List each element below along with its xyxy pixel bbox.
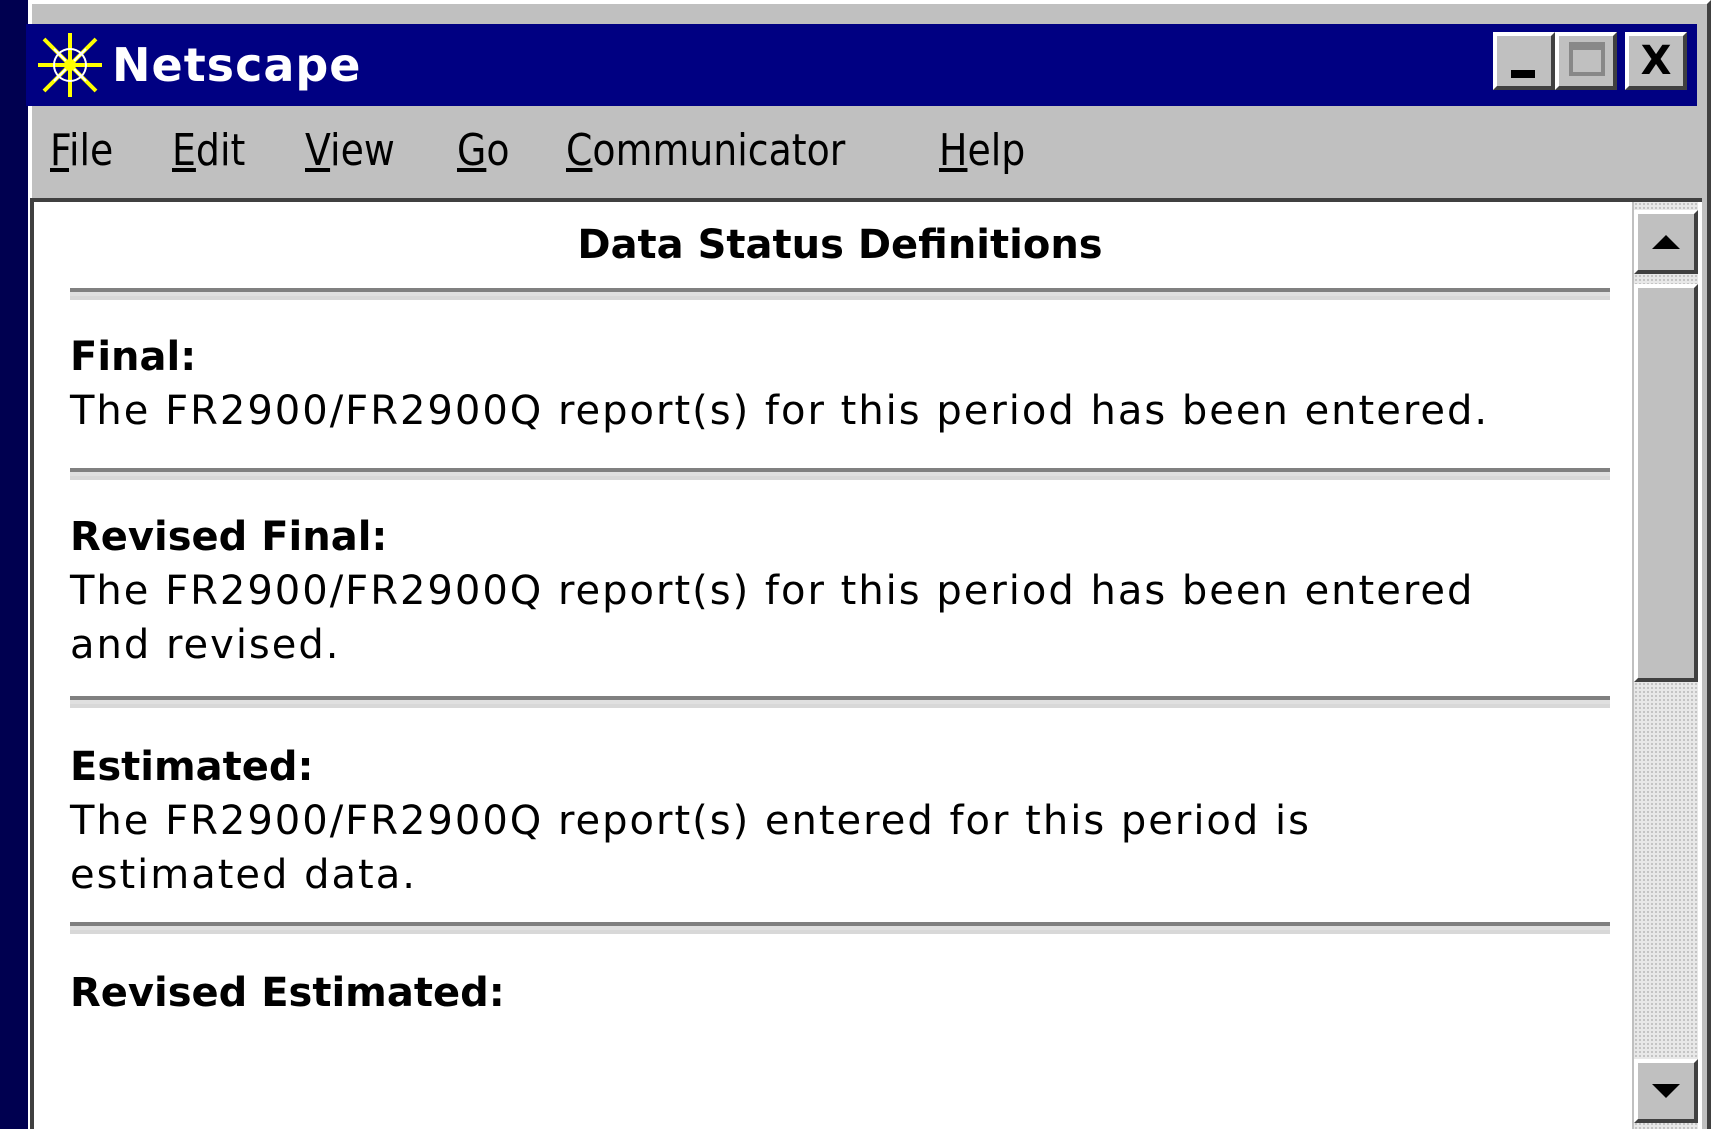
- definition-term-estimated: Estimated:: [70, 744, 314, 790]
- horizontal-rule: [70, 922, 1610, 934]
- horizontal-rule: [70, 288, 1610, 300]
- title-bar[interactable]: Netscape X: [26, 24, 1697, 106]
- page-title: Data Status Definitions: [577, 222, 1103, 268]
- definition-desc-revised-final: The FR2900/FR2900Q report(s) for this pe…: [70, 564, 1610, 672]
- close-button[interactable]: X: [1625, 32, 1687, 90]
- window-controls: X: [1493, 32, 1687, 90]
- definition-desc-final: The FR2900/FR2900Q report(s) for this pe…: [70, 384, 1610, 438]
- menu-bar: File Edit View Go Communicator Help: [26, 110, 1697, 190]
- menu-communicator-label: ommunicator: [592, 124, 846, 176]
- window-title: Netscape: [112, 38, 362, 92]
- menu-go[interactable]: Go: [457, 125, 509, 176]
- vertical-scrollbar[interactable]: [1632, 202, 1698, 1129]
- horizontal-rule: [70, 696, 1610, 708]
- minimize-button[interactable]: [1493, 32, 1555, 90]
- maximize-button[interactable]: [1555, 32, 1617, 90]
- scroll-up-arrow-icon: [1652, 235, 1680, 249]
- scroll-down-arrow-icon: [1652, 1084, 1680, 1098]
- scrollbar-thumb[interactable]: [1634, 284, 1698, 682]
- menu-view-label: iew: [329, 124, 395, 176]
- menu-view[interactable]: View: [305, 125, 395, 176]
- close-icon: X: [1640, 38, 1672, 84]
- definition-term-revised-estimated: Revised Estimated:: [70, 970, 505, 1016]
- menu-go-label: o: [486, 124, 510, 176]
- definition-line: and revised.: [70, 622, 341, 668]
- menu-file-label: ile: [69, 124, 114, 176]
- horizontal-rule: [70, 468, 1610, 480]
- menu-view-mnemonic: V: [304, 124, 330, 176]
- netscape-logo-icon: [36, 31, 104, 99]
- menu-communicator-mnemonic: C: [566, 124, 593, 176]
- menu-edit[interactable]: Edit: [172, 125, 245, 176]
- maximize-icon: [1569, 42, 1605, 76]
- menu-go-mnemonic: G: [457, 124, 487, 176]
- menu-help-mnemonic: H: [939, 124, 968, 176]
- menu-help-label: elp: [967, 124, 1026, 176]
- scroll-down-button[interactable]: [1634, 1059, 1698, 1123]
- definition-line: estimated data.: [70, 852, 417, 898]
- definition-term-revised-final: Revised Final:: [70, 514, 388, 560]
- menu-communicator[interactable]: Communicator: [566, 125, 845, 176]
- menu-file[interactable]: File: [50, 125, 113, 176]
- content-pane: Data Status Definitions Final: The FR290…: [30, 198, 1702, 1129]
- definition-line: The FR2900/FR2900Q report(s) entered for…: [70, 798, 1311, 844]
- definition-desc-estimated: The FR2900/FR2900Q report(s) entered for…: [70, 794, 1610, 902]
- menu-edit-label: dit: [195, 124, 245, 176]
- menu-edit-mnemonic: E: [171, 124, 196, 176]
- minimize-icon: [1511, 70, 1535, 78]
- definition-line: The FR2900/FR2900Q report(s) for this pe…: [70, 388, 1490, 434]
- menu-help[interactable]: Help: [939, 125, 1025, 176]
- scroll-up-button[interactable]: [1634, 210, 1698, 274]
- definition-line: The FR2900/FR2900Q report(s) for this pe…: [70, 568, 1475, 614]
- definition-term-final: Final:: [70, 334, 197, 380]
- menu-file-mnemonic: F: [50, 124, 70, 176]
